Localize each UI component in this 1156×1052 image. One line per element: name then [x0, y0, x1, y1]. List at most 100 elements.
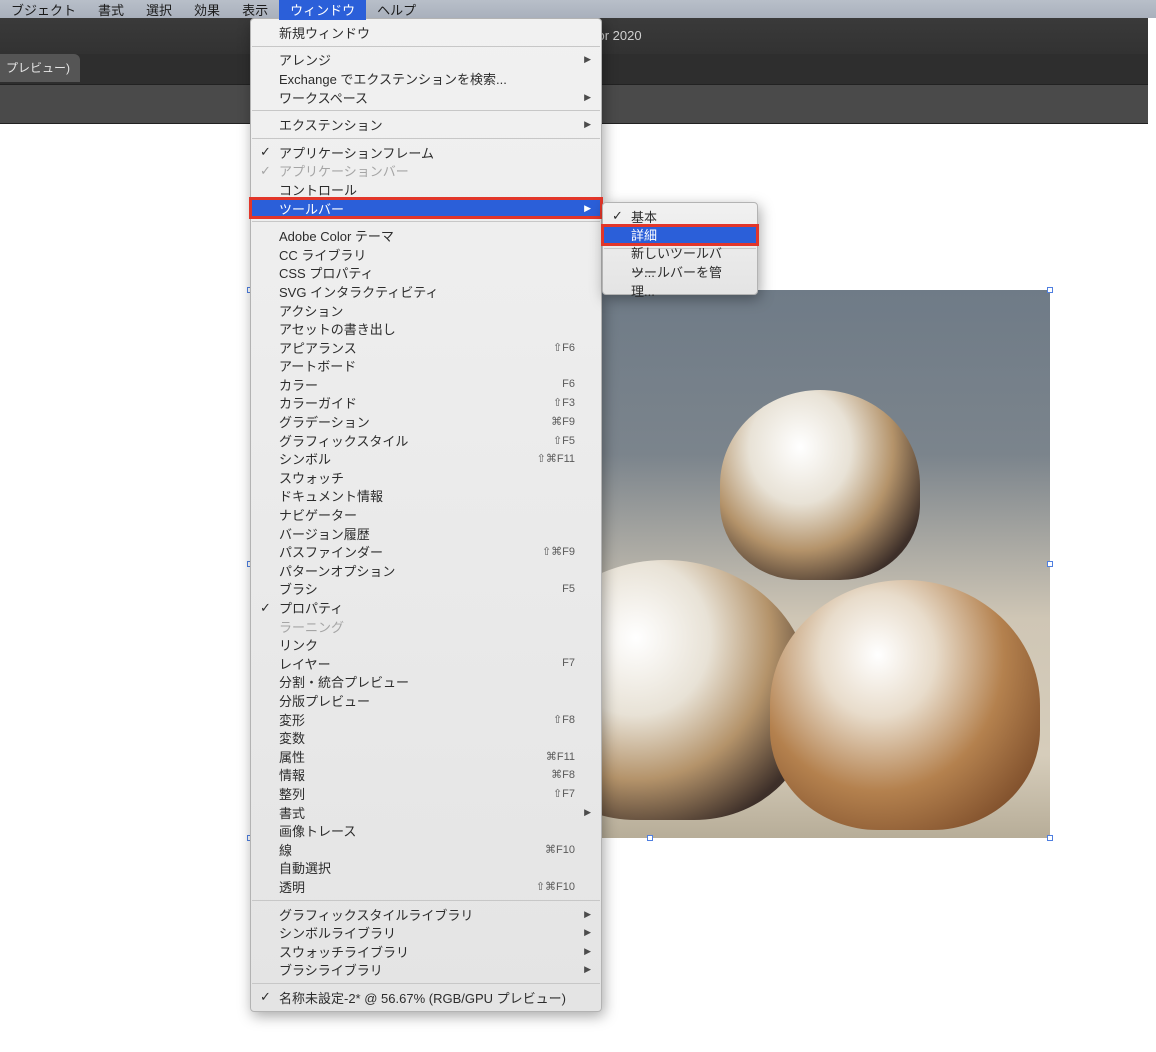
menu-item-label: パスファインダー	[279, 542, 383, 561]
selection-handle[interactable]	[1047, 835, 1053, 841]
menu-separator	[252, 138, 600, 139]
menu-separator	[252, 221, 600, 222]
menu-item[interactable]: SVG インタラクティビティ	[251, 282, 601, 301]
menubar-item[interactable]: ブジェクト	[0, 0, 87, 20]
menu-item[interactable]: グラフィックスタイル⇧F5	[251, 431, 601, 450]
menu-item[interactable]: 分割・統合プレビュー	[251, 673, 601, 692]
menu-item: ラーニング	[251, 617, 601, 636]
menu-item-label: カラー	[279, 375, 318, 394]
menu-item[interactable]: ブラシF5	[251, 580, 601, 599]
menu-item[interactable]: 整列⇧F7	[251, 784, 601, 803]
menu-item[interactable]: Adobe Color テーマ	[251, 226, 601, 245]
menu-item[interactable]: アートボード	[251, 357, 601, 376]
menu-item-label: パターンオプション	[279, 561, 395, 580]
menu-item[interactable]: 書式	[251, 803, 601, 822]
menu-item[interactable]: ワークスペース	[251, 88, 601, 107]
menu-item-label: ドキュメント情報	[279, 486, 383, 505]
menu-item[interactable]: パターンオプション	[251, 561, 601, 580]
menu-item[interactable]: エクステンション	[251, 115, 601, 134]
menu-item[interactable]: 詳細	[603, 226, 757, 245]
menu-item[interactable]: プロパティ	[251, 598, 601, 617]
menu-item[interactable]: アプリケーションフレーム	[251, 143, 601, 162]
menu-item[interactable]: CSS プロパティ	[251, 264, 601, 283]
menu-item-label: 名称未設定-2* @ 56.67% (RGB/GPU プレビュー)	[279, 988, 566, 1007]
menu-item-label: 基本	[631, 207, 657, 226]
menu-item[interactable]: カラーガイド⇧F3	[251, 394, 601, 413]
image-content	[720, 390, 920, 580]
window-menu[interactable]: 新規ウィンドウアレンジExchange でエクステンションを検索...ワークスペ…	[250, 18, 602, 1012]
menu-item[interactable]: リンク	[251, 635, 601, 654]
menu-item[interactable]: グラフィックスタイルライブラリ	[251, 905, 601, 924]
menu-item-label: 新規ウィンドウ	[279, 23, 370, 42]
menu-item[interactable]: ツールバーを管理...	[603, 272, 757, 291]
menu-item-label: プロパティ	[279, 598, 343, 617]
menu-item-label: 書式	[279, 803, 305, 822]
menu-item-label: アプリケーションバー	[279, 161, 409, 180]
menu-item-label: シンボル	[279, 449, 331, 468]
menu-item[interactable]: 分版プレビュー	[251, 691, 601, 710]
selection-handle[interactable]	[1047, 561, 1053, 567]
menu-item[interactable]: 変形⇧F8	[251, 710, 601, 729]
menu-item-label: ラーニング	[279, 617, 344, 636]
menu-shortcut: ⌘F10	[545, 843, 575, 856]
menu-item-label: ツールバー	[279, 199, 344, 218]
menu-item[interactable]: 自動選択	[251, 859, 601, 878]
menu-item[interactable]: ブラシライブラリ	[251, 961, 601, 980]
menu-item-label: アクション	[279, 301, 343, 320]
menu-item[interactable]: アクション	[251, 301, 601, 320]
menu-item[interactable]: アピアランス⇧F6	[251, 338, 601, 357]
menu-item[interactable]: シンボル ⇧⌘F11	[251, 449, 601, 468]
menubar-item[interactable]: ヘルプ	[366, 0, 427, 20]
menu-item-label: Adobe Color テーマ	[279, 226, 394, 245]
menu-shortcut: ⇧F6	[553, 341, 575, 354]
document-tab[interactable]: プレビュー)	[0, 54, 80, 82]
menu-item[interactable]: シンボルライブラリ	[251, 923, 601, 942]
menubar-item[interactable]: 効果	[183, 0, 231, 20]
menu-item-label: アレンジ	[279, 50, 331, 69]
menu-item[interactable]: 属性⌘F11	[251, 747, 601, 766]
menu-item[interactable]: Exchange でエクステンションを検索...	[251, 69, 601, 88]
menu-item[interactable]: スウォッチライブラリ	[251, 942, 601, 961]
menu-item[interactable]: パスファインダー⇧⌘F9	[251, 542, 601, 561]
menu-item[interactable]: 透明⇧⌘F10	[251, 877, 601, 896]
menu-item[interactable]: コントロール	[251, 180, 601, 199]
menu-item[interactable]: ナビゲーター	[251, 505, 601, 524]
menu-shortcut: ⇧⌘F11	[537, 452, 575, 465]
menu-item-label: ブラシ	[279, 579, 318, 598]
menu-item[interactable]: スウォッチ	[251, 468, 601, 487]
menu-item[interactable]: 画像トレース	[251, 821, 601, 840]
menu-item-label: アプリケーションフレーム	[279, 143, 434, 162]
menu-item[interactable]: ドキュメント情報	[251, 487, 601, 506]
menu-item[interactable]: 情報⌘F8	[251, 766, 601, 785]
menu-item[interactable]: レイヤーF7	[251, 654, 601, 673]
menu-item[interactable]: バージョン履歴	[251, 524, 601, 543]
menu-item[interactable]: 名称未設定-2* @ 56.67% (RGB/GPU プレビュー)	[251, 988, 601, 1007]
menu-item[interactable]: アレンジ	[251, 51, 601, 70]
menu-item[interactable]: 基本	[603, 207, 757, 226]
toolbar-submenu[interactable]: 基本詳細新しいツールバー...ツールバーを管理...	[602, 202, 758, 295]
menu-item[interactable]: CC ライブラリ	[251, 245, 601, 264]
menu-shortcut: ⇧⌘F10	[536, 880, 575, 893]
menu-item[interactable]: 線⌘F10	[251, 840, 601, 859]
menu-item[interactable]: アセットの書き出し	[251, 319, 601, 338]
menu-shortcut: ⇧F5	[553, 434, 575, 447]
menu-shortcut: ⌘F11	[546, 750, 575, 763]
menu-item-label: コントロール	[279, 180, 357, 199]
selection-handle[interactable]	[1047, 287, 1053, 293]
menubar-item[interactable]: 選択	[135, 0, 183, 20]
selection-handle[interactable]	[647, 835, 653, 841]
menu-item-label: リンク	[279, 635, 318, 654]
menu-item[interactable]: ツールバー	[251, 199, 601, 218]
menubar-item[interactable]: 表示	[231, 0, 279, 20]
menu-item[interactable]: グラデーション⌘F9	[251, 412, 601, 431]
menu-item-label: グラデーション	[279, 412, 370, 431]
menu-item-label: スウォッチライブラリ	[279, 942, 409, 961]
menu-item[interactable]: カラーF6	[251, 375, 601, 394]
menu-item[interactable]: 変数	[251, 728, 601, 747]
menu-separator	[252, 900, 600, 901]
menu-separator	[252, 983, 600, 984]
menubar-item[interactable]: 書式	[87, 0, 135, 20]
menu-item[interactable]: 新規ウィンドウ	[251, 23, 601, 42]
menu-shortcut: F7	[562, 657, 575, 669]
menubar-item[interactable]: ウィンドウ	[279, 0, 366, 20]
